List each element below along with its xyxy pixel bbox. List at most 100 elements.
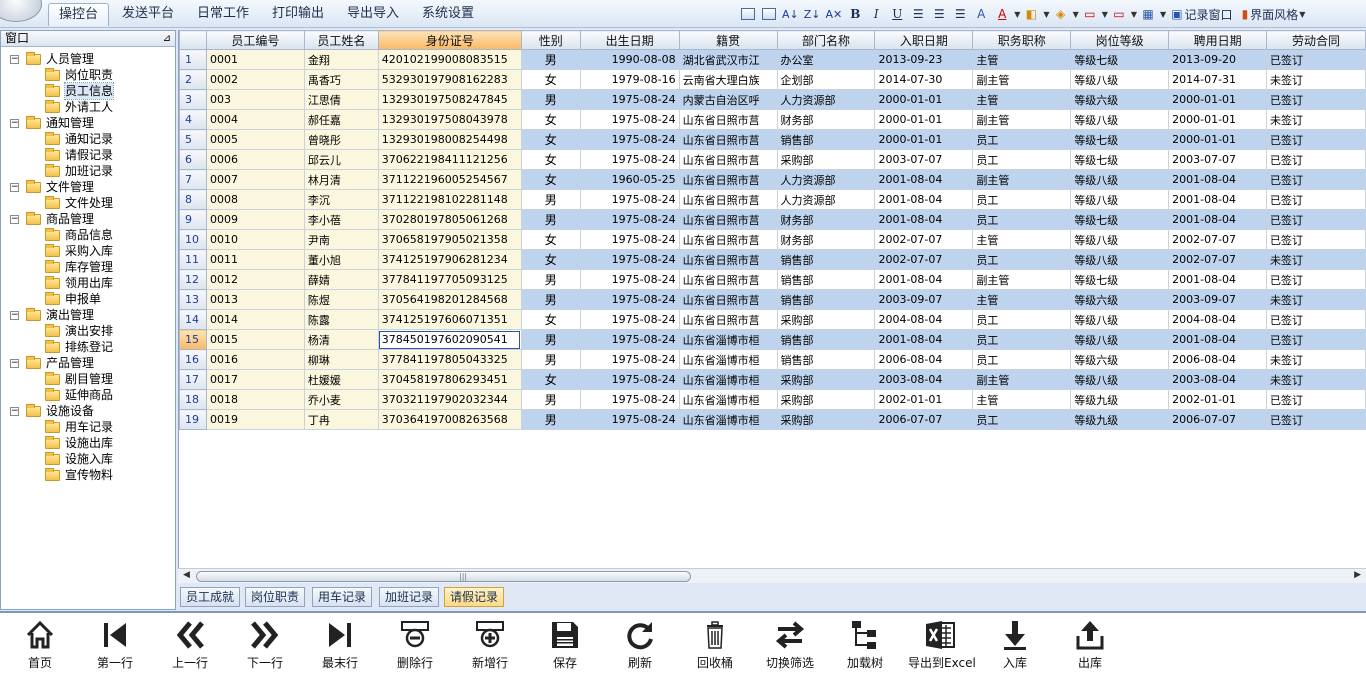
column-header[interactable]: 聘用日期 xyxy=(1168,30,1268,50)
cell-入职日期[interactable]: 2006-07-07 xyxy=(874,409,974,430)
cell-部门名称[interactable]: 销售部 xyxy=(776,249,876,270)
cell-性别[interactable]: 男 xyxy=(520,49,581,70)
row-number[interactable]: 13 xyxy=(179,289,207,310)
cell-籍贯[interactable]: 山东省淄博市桓 xyxy=(678,409,778,430)
toolbar-button-delete-row[interactable]: 删除行 xyxy=(383,617,447,675)
sub-tab[interactable]: 岗位职责 xyxy=(245,587,306,607)
cell-劳动合同[interactable]: 已签订 xyxy=(1266,189,1366,210)
cell-员工编号[interactable]: 0017 xyxy=(205,369,305,390)
cell-入职日期[interactable]: 2004-08-04 xyxy=(874,309,974,330)
grid-corner[interactable] xyxy=(179,30,207,50)
tree-item[interactable]: 宣传物料 xyxy=(1,467,175,483)
cell-性别[interactable]: 男 xyxy=(520,209,581,230)
cell-籍贯[interactable]: 山东省日照市莒 xyxy=(678,189,778,210)
cell-身份证号[interactable]: 370321197902032344 xyxy=(377,389,522,410)
cell-出生日期[interactable]: 1975-08-24 xyxy=(579,189,680,210)
cell-入职日期[interactable]: 2006-08-04 xyxy=(874,349,974,370)
cell-劳动合同[interactable]: 未签订 xyxy=(1266,349,1366,370)
sub-tab[interactable]: 加班记录 xyxy=(379,587,440,607)
sort-descending-icon[interactable]: Z↓ xyxy=(802,4,823,24)
row-number[interactable]: 12 xyxy=(179,269,207,290)
cell-出生日期[interactable]: 1975-08-24 xyxy=(579,369,680,390)
cell-劳动合同[interactable]: 已签订 xyxy=(1266,329,1366,350)
column-header[interactable]: 岗位等级 xyxy=(1070,30,1170,50)
cell-入职日期[interactable]: 2001-08-04 xyxy=(874,209,974,230)
cell-员工姓名[interactable]: 李小蓓 xyxy=(303,209,379,230)
cell-员工姓名[interactable]: 李沉 xyxy=(303,189,379,210)
tree-item[interactable]: 商品信息 xyxy=(1,227,175,243)
table-row[interactable]: 3 003 江思倩 132930197508247845 男 1975-08-24 内蒙古自… xyxy=(179,89,1366,110)
cell-性别[interactable]: 女 xyxy=(520,229,581,250)
cell-出生日期[interactable]: 1975-08-24 xyxy=(579,129,680,150)
sub-tab[interactable]: 请假记录 xyxy=(444,587,505,607)
cell-籍贯[interactable]: 山东省日照市莒 xyxy=(678,309,778,330)
cell-部门名称[interactable]: 财务部 xyxy=(776,109,876,130)
collapse-icon[interactable]: − xyxy=(10,183,19,192)
chevron-down-icon[interactable]: ▼ xyxy=(1014,10,1020,19)
cell-入职日期[interactable]: 2000-01-01 xyxy=(874,89,974,110)
cell-职务职称[interactable]: 副主管 xyxy=(972,269,1072,290)
tree-item[interactable]: 申报单 xyxy=(1,291,175,307)
cell-出生日期[interactable]: 1975-08-24 xyxy=(579,209,680,230)
scroll-left-icon[interactable]: ◀ xyxy=(183,570,190,580)
cell-员工编号[interactable]: 003 xyxy=(205,89,305,110)
cell-劳动合同[interactable]: 已签订 xyxy=(1266,49,1366,70)
tree-item[interactable]: 文件处理 xyxy=(1,195,175,211)
row-number[interactable]: 18 xyxy=(179,389,207,410)
tree-group-3[interactable]: − 商品管理 xyxy=(1,211,175,227)
column-layout-icon[interactable] xyxy=(759,4,779,24)
cell-岗位等级[interactable]: 等级八级 xyxy=(1070,329,1170,350)
table-row[interactable]: 7 0007 林月清 371122196005254567 女 1960-05-25 山东省… xyxy=(179,169,1366,190)
tree-item[interactable]: 演出安排 xyxy=(1,323,175,339)
cell-聘用日期[interactable]: 2001-08-04 xyxy=(1168,189,1268,210)
cell-员工姓名[interactable]: 邱云儿 xyxy=(303,149,379,170)
underline-icon[interactable]: U xyxy=(887,4,907,24)
cell-入职日期[interactable]: 2001-08-04 xyxy=(874,189,974,210)
row-number[interactable]: 5 xyxy=(179,129,207,150)
cell-出生日期[interactable]: 1975-08-24 xyxy=(579,409,680,430)
cell-职务职称[interactable]: 主管 xyxy=(972,49,1072,70)
toolbar-button-import[interactable]: 入库 xyxy=(983,617,1047,675)
cell-身份证号[interactable]: 420102199008083515 xyxy=(377,49,522,70)
cell-员工姓名[interactable]: 曾晓彤 xyxy=(303,129,379,150)
cell-出生日期[interactable]: 1975-08-24 xyxy=(579,389,680,410)
chevron-down-icon[interactable]: ▼ xyxy=(1073,10,1079,19)
table-row[interactable]: 18 0018 乔小麦 370321197902032344 男 1975-08-24 山东… xyxy=(179,389,1366,410)
row-number[interactable]: 16 xyxy=(179,349,207,370)
table-row[interactable]: 15 0015 杨清 378450197602090541 男 1975-08-24 山东省… xyxy=(179,329,1366,350)
tree-group-2[interactable]: − 文件管理 xyxy=(1,179,175,195)
chevron-down-icon[interactable]: ▼ xyxy=(1160,10,1166,19)
cell-职务职称[interactable]: 主管 xyxy=(972,229,1072,250)
tree-item[interactable]: 加班记录 xyxy=(1,163,175,179)
tree-item[interactable]: 请假记录 xyxy=(1,147,175,163)
cell-劳动合同[interactable]: 已签订 xyxy=(1266,129,1366,150)
cell-性别[interactable]: 女 xyxy=(520,309,581,330)
sort-ascending-icon[interactable]: A↓ xyxy=(780,4,801,24)
table-row[interactable]: 13 0013 陈煜 370564198201284568 男 1975-08-24 山东省… xyxy=(179,289,1366,310)
horizontal-scrollbar[interactable]: ◀ ||| ▶ xyxy=(178,568,1366,583)
cell-性别[interactable]: 女 xyxy=(520,249,581,270)
tab-print-output[interactable]: 打印输出 xyxy=(262,3,334,26)
cell-部门名称[interactable]: 销售部 xyxy=(776,349,876,370)
cell-籍贯[interactable]: 山东省日照市莒 xyxy=(678,109,778,130)
toolbar-button-save[interactable]: 保存 xyxy=(533,617,597,675)
cell-聘用日期[interactable]: 2002-07-07 xyxy=(1168,229,1268,250)
column-header[interactable]: 员工编号 xyxy=(205,30,305,50)
toolbar-button-switch-filter[interactable]: 切换筛选 xyxy=(758,617,822,675)
toolbar-button-refresh[interactable]: 刷新 xyxy=(608,617,672,675)
cell-员工编号[interactable]: 0011 xyxy=(205,249,305,270)
cell-岗位等级[interactable]: 等级八级 xyxy=(1070,249,1170,270)
cell-身份证号[interactable]: 370622198411121256 xyxy=(377,149,522,170)
cell-籍贯[interactable]: 山东省日照市莒 xyxy=(678,209,778,230)
sub-tab[interactable]: 员工成就 xyxy=(180,587,241,607)
tab-console[interactable]: 操控台 xyxy=(48,3,110,26)
cell-入职日期[interactable]: 2002-01-01 xyxy=(874,389,974,410)
cell-籍贯[interactable]: 山东省淄博市桓 xyxy=(678,349,778,370)
column-header[interactable]: 身份证号 xyxy=(377,30,522,50)
row-number[interactable]: 1 xyxy=(179,49,207,70)
cell-员工编号[interactable]: 0014 xyxy=(205,309,305,330)
cell-岗位等级[interactable]: 等级八级 xyxy=(1070,189,1170,210)
cell-职务职称[interactable]: 主管 xyxy=(972,389,1072,410)
cell-员工编号[interactable]: 0004 xyxy=(205,109,305,130)
cell-员工编号[interactable]: 0019 xyxy=(205,409,305,430)
